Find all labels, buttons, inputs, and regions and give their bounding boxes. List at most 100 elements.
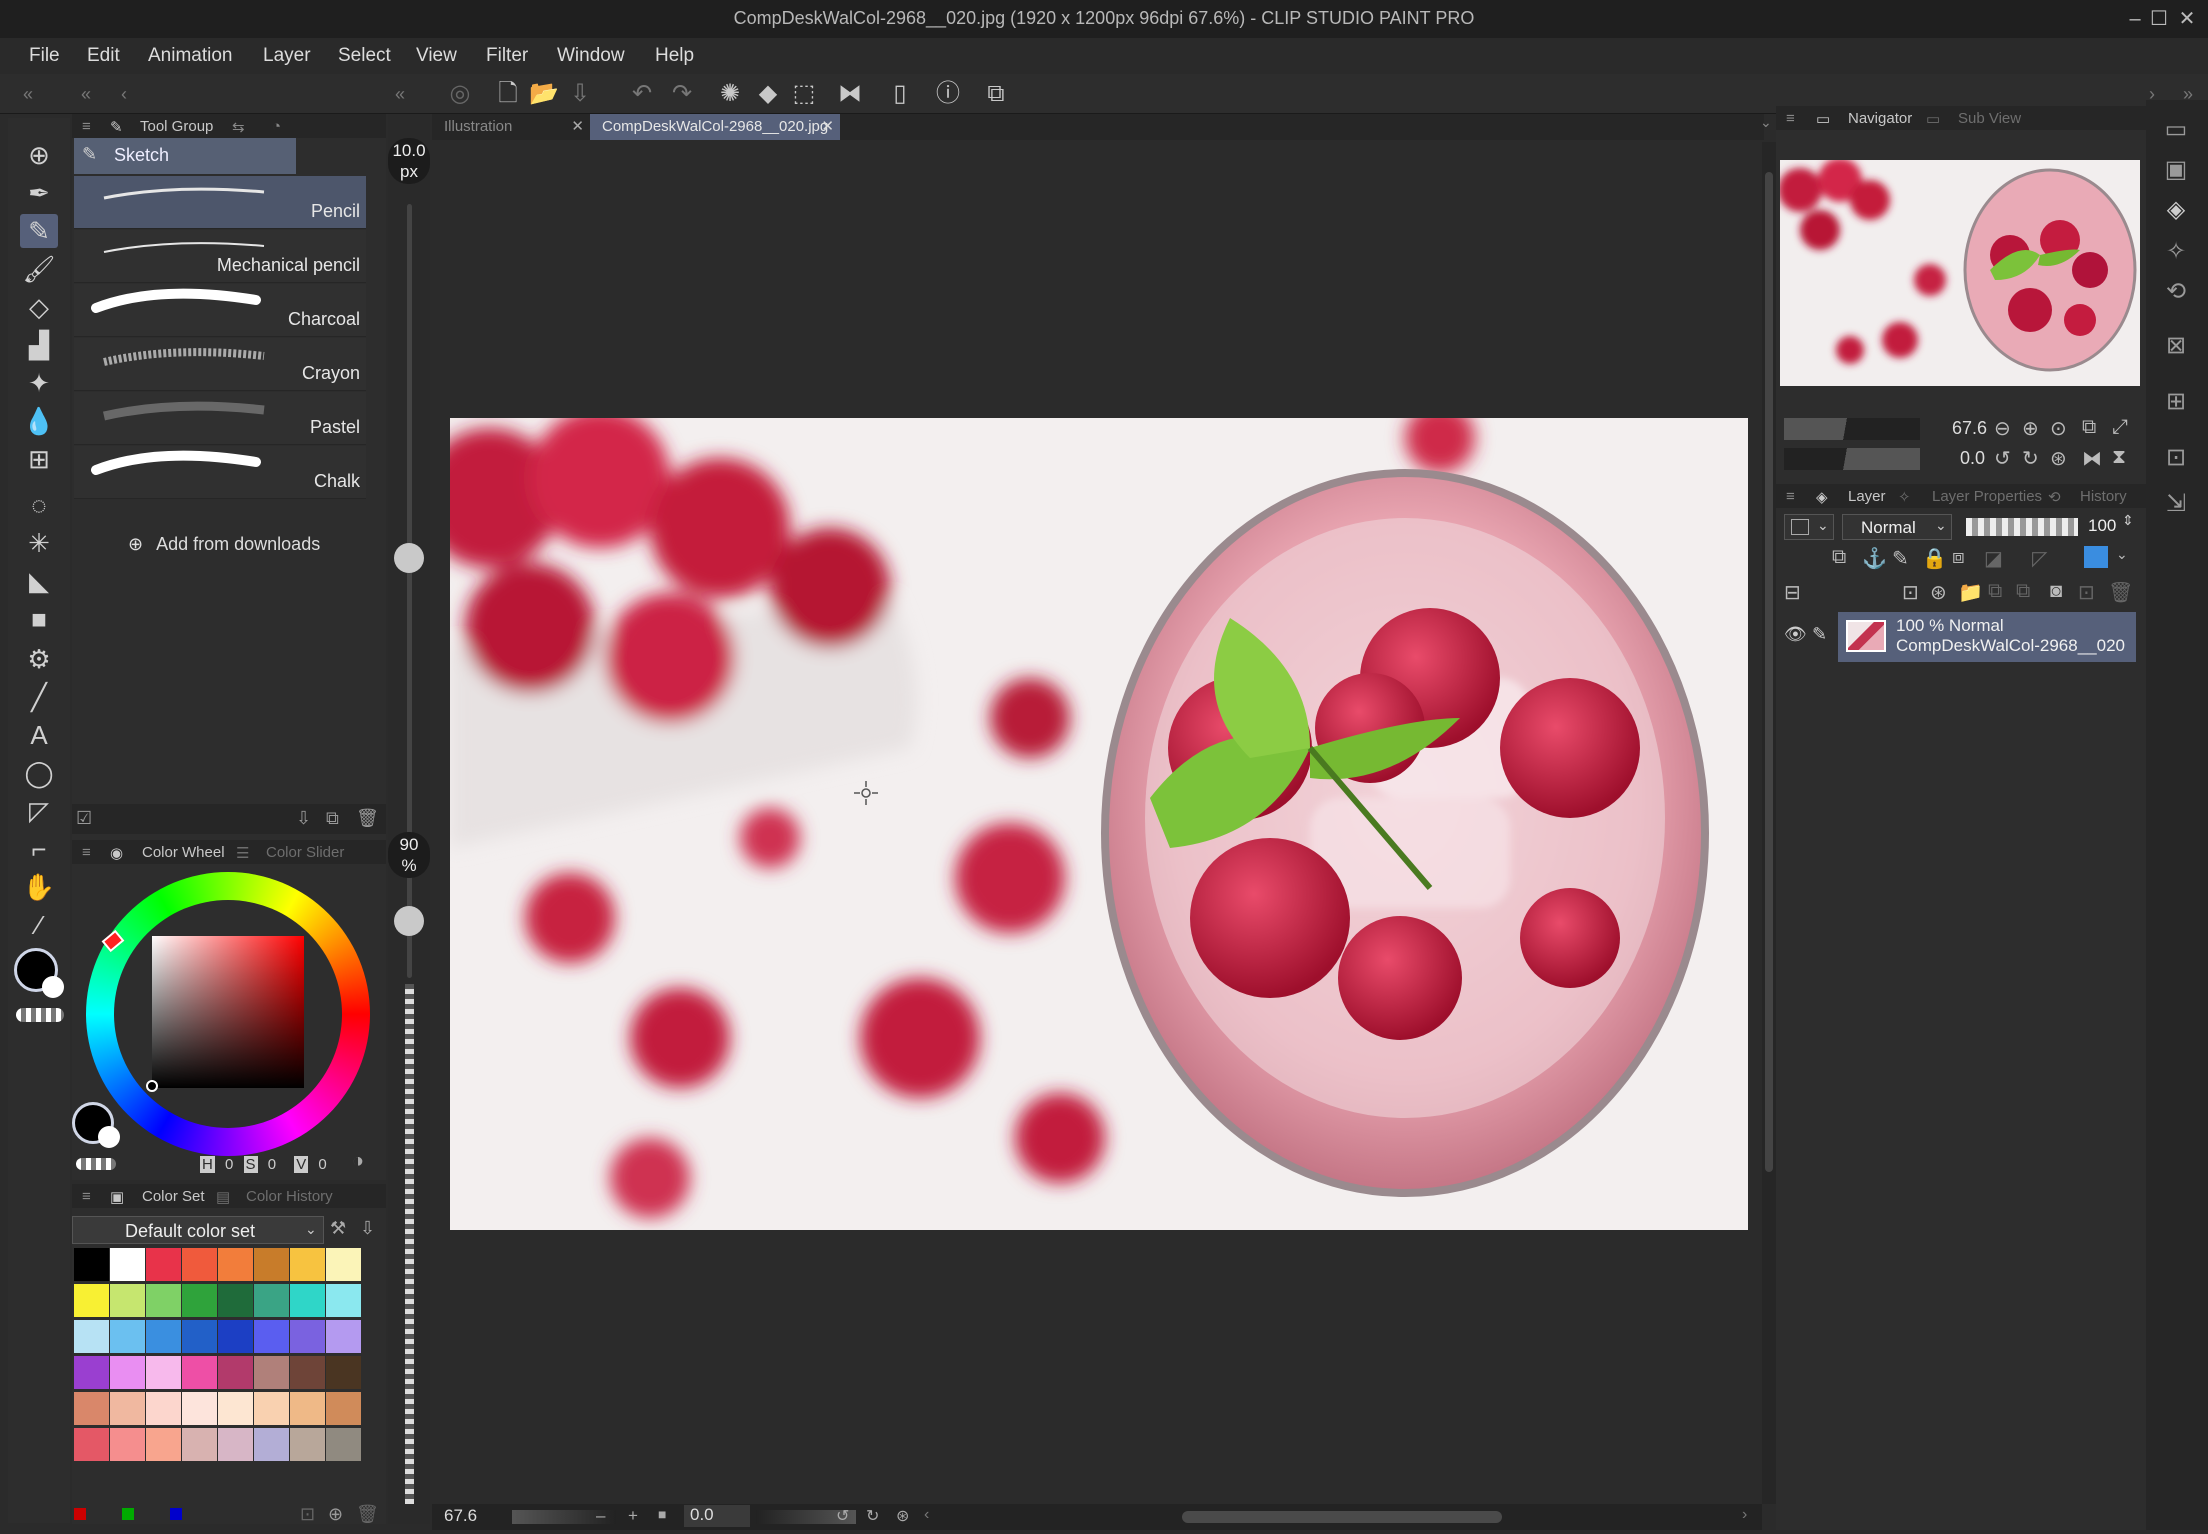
color-swatch[interactable] [74,1284,109,1317]
layer-panel-menu-icon[interactable]: ⊟ [1784,580,1801,605]
chevron-down-icon[interactable]: ⌄ [1760,114,1772,131]
pencil-icon[interactable]: ✎ [1812,624,1827,645]
close-icon[interactable]: ✕ [571,114,584,140]
flip-vertical-icon[interactable]: ⧗ [2112,446,2126,469]
tab-illustration[interactable]: Illustration ✕ [432,114,590,140]
fit-window-icon[interactable]: ⧉ [2082,416,2096,439]
material-panel-icon[interactable]: ⊠ [2158,328,2194,364]
color-swatch[interactable] [254,1428,289,1461]
menu-icon[interactable]: ≡ [1786,488,1795,505]
clip-icon[interactable]: ⧉ [1832,546,1846,569]
new-raster-layer-icon[interactable]: ⊡ [1902,580,1919,605]
fit-icon[interactable]: ■ [658,1506,666,1522]
layer-properties-panel-icon[interactable]: ✧ [2158,234,2194,270]
layer-color-icon[interactable] [2084,546,2108,568]
menu-icon[interactable]: ≡ [82,118,91,135]
fill-bucket-icon[interactable]: ◣ [20,564,58,598]
sub-color-swatch[interactable] [98,1126,120,1148]
blend-icon[interactable]: 💧 [20,404,58,438]
color-swatch[interactable] [74,1428,109,1461]
import-icon[interactable]: ⇩ [360,1218,375,1239]
color-swatch[interactable] [326,1356,361,1389]
color-swatch[interactable] [290,1356,325,1389]
maximize-icon[interactable]: ☐ [2146,6,2172,32]
color-mode-icon[interactable]: ◑ [352,1150,364,1173]
close-icon[interactable]: ✕ [2174,6,2200,32]
ruler-icon[interactable]: ⌐ [20,832,58,866]
reset-rotation-icon[interactable]: ⊛ [896,1506,909,1526]
collapse-left-icon[interactable]: « [384,78,416,110]
layer-panel-icon[interactable]: ◈ [2158,192,2194,228]
duplicate-icon[interactable]: ⧉ [326,808,339,829]
navigator-preview[interactable] [1780,160,2140,386]
frame-border-icon[interactable]: ◸ [20,794,58,828]
blend-mode-dropdown[interactable]: Normal ⌄ [1842,514,1952,540]
brush-item[interactable]: Pastel [74,392,366,445]
redo-icon[interactable]: ↷ [666,78,698,110]
color-swatch[interactable] [182,1248,217,1281]
layer-opacity-value[interactable]: 100 [2088,516,2116,536]
history-panel-icon[interactable]: ⟲ [2158,274,2194,310]
saturation-value-square[interactable] [152,936,304,1088]
color-swatch[interactable] [326,1428,361,1461]
text-icon[interactable]: A [20,718,58,752]
color-swatch[interactable] [182,1356,217,1389]
layer-opacity-slider[interactable] [1966,518,2078,536]
decoration-icon[interactable]: ✦ [20,366,58,400]
actual-size-icon[interactable]: ⊙ [2050,416,2067,441]
zoom-value[interactable]: 67.6 [444,1506,477,1526]
lasso-icon[interactable]: ◌ [20,488,58,522]
settings-icon[interactable]: ⧉ [980,78,1012,110]
layer-row-selected[interactable]: 100 % Normal CompDeskWalCol-2968__020 [1838,612,2136,662]
ruler-icon[interactable]: ◸ [2032,546,2047,571]
mask-icon[interactable]: ◪ [1984,546,2003,571]
color-swatch[interactable] [74,1320,109,1353]
line-icon[interactable]: ╱ [20,680,58,714]
vertical-scroll-thumb[interactable] [1765,172,1773,1172]
menu-animation[interactable]: Animation [148,43,233,69]
color-swatch[interactable] [74,1248,109,1281]
zoom-out-icon[interactable]: ⊖ [1994,416,2011,441]
flip-horizontal-icon[interactable]: ⧓ [2082,446,2102,471]
color-swatch[interactable] [110,1356,145,1389]
brush-item[interactable]: Mechanical pencil [74,230,366,283]
eye-icon[interactable]: 👁 [1784,624,1807,645]
navigator-rotation-slider[interactable] [1784,448,1920,470]
pen-icon[interactable]: ✒ [20,176,58,210]
color-swatch[interactable] [290,1248,325,1281]
rotate-right-icon[interactable]: ↻ [866,1506,879,1526]
trash-icon[interactable]: 🗑 [356,808,379,829]
color-swatch[interactable] [146,1284,181,1317]
pencil-icon[interactable]: ✎ [20,214,58,248]
color-swatch[interactable] [74,1356,109,1389]
color-swatch[interactable] [146,1248,181,1281]
tab-layer[interactable]: Layer [1848,488,1886,505]
help-icon[interactable]: ⓘ [932,78,964,110]
color-swatch[interactable] [218,1320,253,1353]
menu-icon[interactable]: ≡ [82,844,91,861]
menu-filter[interactable]: Filter [486,43,528,69]
clip-studio-icon[interactable]: ◎ [444,78,476,110]
color-swatch[interactable] [218,1392,253,1425]
tab-color-wheel[interactable]: Color Wheel [142,844,225,861]
fill-icon[interactable]: ◆ [752,78,784,110]
reference-icon[interactable]: ⚓ [1862,546,1887,571]
color-swatch[interactable] [254,1320,289,1353]
color-swatch[interactable] [254,1392,289,1425]
tab-document[interactable]: CompDeskWalCol-2968__020.jpg ✕ [590,114,840,140]
open-folder-icon[interactable]: 📂 [528,78,560,110]
color-swatch[interactable] [182,1284,217,1317]
flip-horizontal-icon[interactable]: ⧓ [834,78,866,110]
tab-sketch[interactable]: ✎ Sketch [74,138,296,174]
menu-select[interactable]: Select [338,43,391,69]
item-bank-panel-icon[interactable]: ⊞ [2158,384,2194,420]
menu-icon[interactable]: ≡ [82,1188,91,1205]
color-swatch[interactable] [254,1248,289,1281]
lock-transparency-icon[interactable]: ⧈ [1952,546,1965,569]
tool-property-icon[interactable]: ⇆ [232,118,245,136]
navigator-zoom-slider[interactable] [1784,418,1920,440]
color-swatch[interactable] [74,1392,109,1425]
color-swatch[interactable] [254,1356,289,1389]
rotate-left-icon[interactable]: ↺ [1994,446,2011,471]
color-swatch[interactable] [326,1392,361,1425]
